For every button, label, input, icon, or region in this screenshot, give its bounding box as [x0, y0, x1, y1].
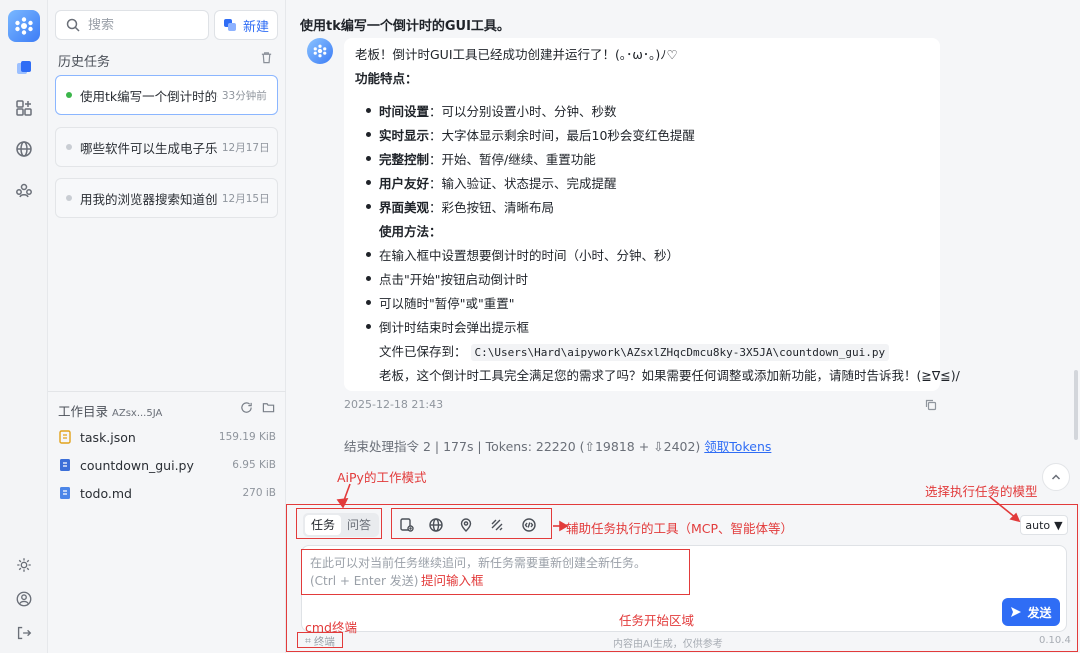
model-arrow	[989, 496, 1017, 519]
work-mode-arrowhead	[336, 498, 349, 509]
tools-arrowhead	[559, 520, 569, 532]
annotation-arrows	[336, 483, 1021, 532]
